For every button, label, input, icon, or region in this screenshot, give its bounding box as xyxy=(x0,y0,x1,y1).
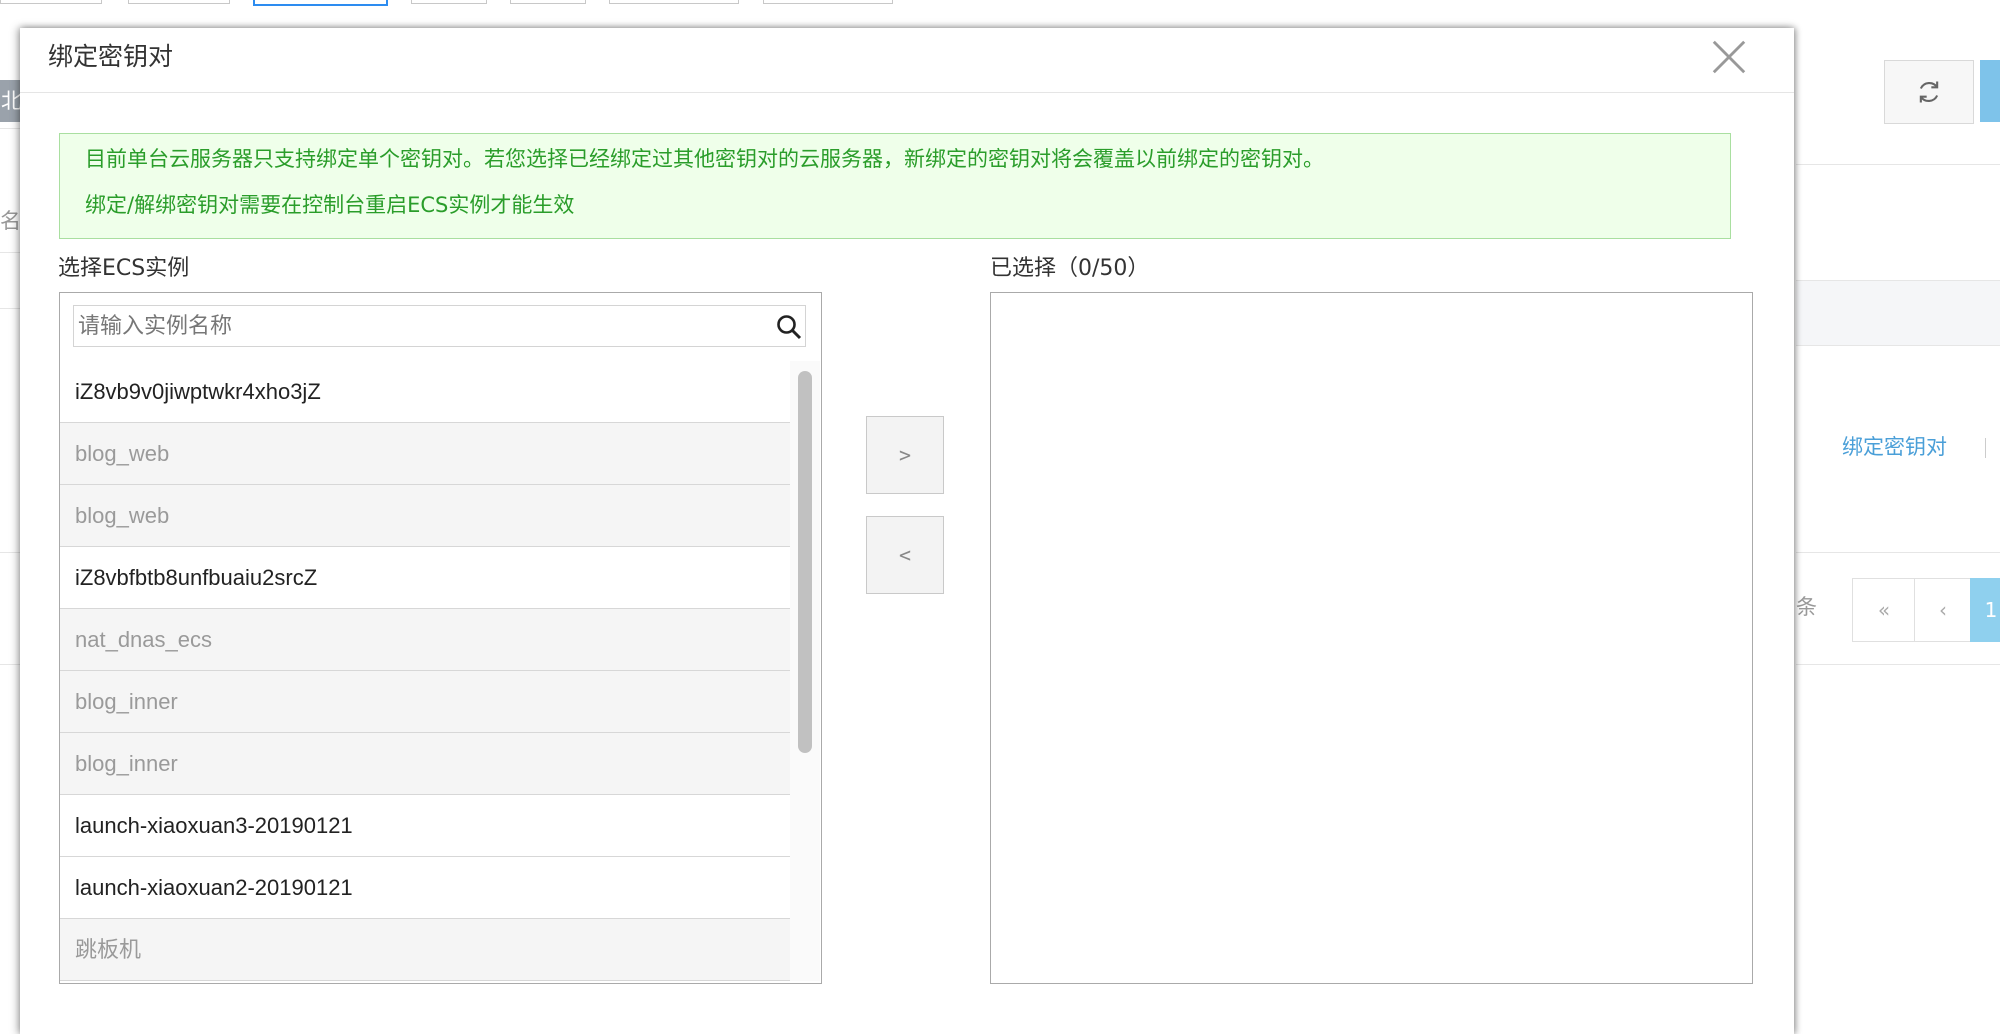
background-search-placeholder: 名称 xyxy=(0,209,18,233)
instance-list-item: blog_web xyxy=(60,423,790,485)
pager-current-page[interactable]: 1 xyxy=(1970,578,2000,642)
instance-list-item: 跳板机 xyxy=(60,919,790,981)
close-icon xyxy=(1712,40,1746,74)
instance-list-item: nat_dnas_ecs xyxy=(60,609,790,671)
background-divider xyxy=(0,664,20,665)
remove-from-selected-button[interactable]: < xyxy=(866,516,944,594)
background-tab[interactable] xyxy=(510,0,586,4)
notice-banner: 目前单台云服务器只支持绑定单个密钥对。若您选择已经绑定过其他密钥对的云服务器，新… xyxy=(59,133,1731,239)
selected-instances-panel xyxy=(990,292,1753,984)
background-tab[interactable] xyxy=(763,0,893,4)
pagination-total-suffix: 条 xyxy=(1796,595,1817,619)
bind-keypair-link[interactable]: 绑定密钥对 xyxy=(1842,432,1947,462)
search-icon[interactable] xyxy=(776,314,802,340)
dialog-header: 绑定密钥对 xyxy=(20,28,1794,93)
background-divider xyxy=(0,308,20,309)
background-divider xyxy=(0,552,20,553)
notice-line-2: 绑定/解绑密钥对需要在控制台重启ECS实例才能生效 xyxy=(85,193,575,217)
instance-list-item[interactable]: iZ8vbfbtb8unfbuaiu2srcZ xyxy=(60,547,790,609)
background-divider xyxy=(1796,552,2000,553)
instance-list: iZ8vb9v0jiwptwkr4xho3jZ blog_web blog_web i… xyxy=(60,361,790,983)
instance-list-item: blog_web xyxy=(60,485,790,547)
background-tab[interactable] xyxy=(0,0,102,4)
instance-search-input[interactable] xyxy=(74,306,748,346)
background-tab[interactable] xyxy=(128,0,230,4)
close-button[interactable] xyxy=(1700,28,1758,86)
background-divider xyxy=(1796,164,2000,165)
select-instance-label: 选择ECS实例 xyxy=(58,256,190,281)
instance-list-item: blog_inner xyxy=(60,671,790,733)
list-scrollbar-thumb[interactable] xyxy=(798,371,812,753)
instance-list-item[interactable]: launch-xiaoxuan3-20190121 xyxy=(60,795,790,857)
link-separator xyxy=(1985,438,1986,458)
instance-search-box xyxy=(73,305,806,347)
background-table-header xyxy=(1796,280,2000,346)
region-label-text: 北 xyxy=(1,89,22,113)
pager-prev-button[interactable]: ‹ xyxy=(1914,578,1972,642)
background-tab[interactable] xyxy=(411,0,487,4)
notice-line-1: 目前单台云服务器只支持绑定单个密钥对。若您选择已经绑定过其他密钥对的云服务器，新… xyxy=(85,147,1324,171)
list-scrollbar[interactable] xyxy=(790,361,820,981)
background-divider xyxy=(1796,664,2000,665)
refresh-icon xyxy=(1919,81,1939,103)
background-region-label: 北 xyxy=(0,80,22,122)
bind-keypair-dialog: 绑定密钥对 目前单台云服务器只支持绑定单个密钥对。若您选择已经绑定过其他密钥对的… xyxy=(20,28,1794,1034)
background-tab[interactable] xyxy=(609,0,739,4)
instance-list-item[interactable]: iZ8vb9v0jiwptwkr4xho3jZ xyxy=(60,361,790,423)
refresh-button[interactable] xyxy=(1884,60,1974,124)
selected-count-label: 已选择（0/50） xyxy=(990,256,1150,281)
background-divider xyxy=(0,252,20,253)
dialog-title: 绑定密钥对 xyxy=(48,42,174,71)
pager-first-button[interactable]: « xyxy=(1852,578,1916,642)
add-to-selected-button[interactable]: > xyxy=(866,416,944,494)
instance-source-panel: iZ8vb9v0jiwptwkr4xho3jZblog_webblog_webi… xyxy=(59,292,822,984)
instance-list-item: blog_inner xyxy=(60,733,790,795)
instance-list-item[interactable]: launch-xiaoxuan2-20190121 xyxy=(60,857,790,919)
primary-action-button-edge[interactable] xyxy=(1980,60,2000,122)
background-divider xyxy=(0,128,20,129)
background-tab-active[interactable] xyxy=(253,0,388,6)
